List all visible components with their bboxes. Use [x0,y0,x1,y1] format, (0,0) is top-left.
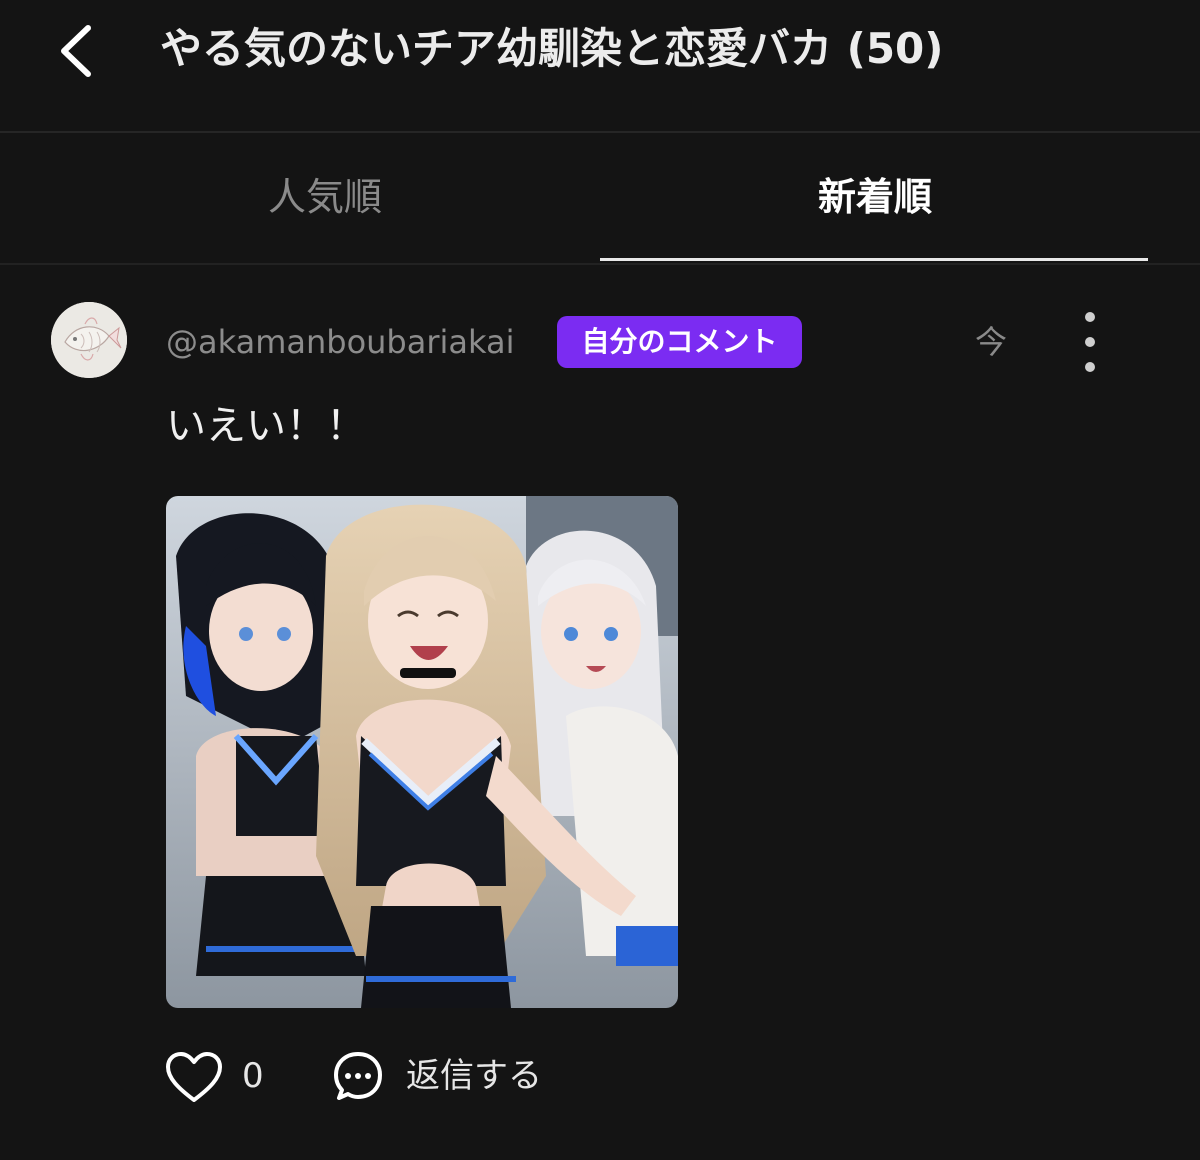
own-comment-badge: 自分のコメント [557,316,802,368]
reply-button[interactable]: 返信する [332,1046,572,1106]
back-button[interactable] [52,18,112,82]
fish-avatar-icon [51,302,127,378]
comment-text: いえい！！ [166,403,366,449]
tabs-divider [0,263,1200,265]
heart-outline-icon [166,1052,222,1102]
like-count: 0 [242,1056,264,1096]
comment-timestamp: 今 [975,323,1008,361]
attached-image[interactable] [166,496,678,1008]
sort-tabs: 人気順 新着順 [0,133,1200,263]
chevron-left-icon [61,25,91,77]
more-options-button[interactable] [1072,308,1108,380]
active-tab-indicator [600,258,1148,261]
header-bar: やる気のないチア幼馴染と恋愛バカ (50) [0,0,1200,132]
vertical-dots-icon [1085,312,1095,322]
page-title: やる気のないチア幼馴染と恋愛バカ (50) [160,24,944,73]
tab-popular[interactable]: 人気順 [50,133,600,261]
avatar[interactable] [51,302,127,378]
illustration-image [166,496,678,1008]
like-button[interactable] [164,1050,224,1106]
tab-newest[interactable]: 新着順 [600,133,1150,261]
comment-username[interactable]: @akamanboubariakai [166,318,514,366]
speech-bubble-icon [334,1052,382,1100]
reply-label: 返信する [406,1056,542,1096]
